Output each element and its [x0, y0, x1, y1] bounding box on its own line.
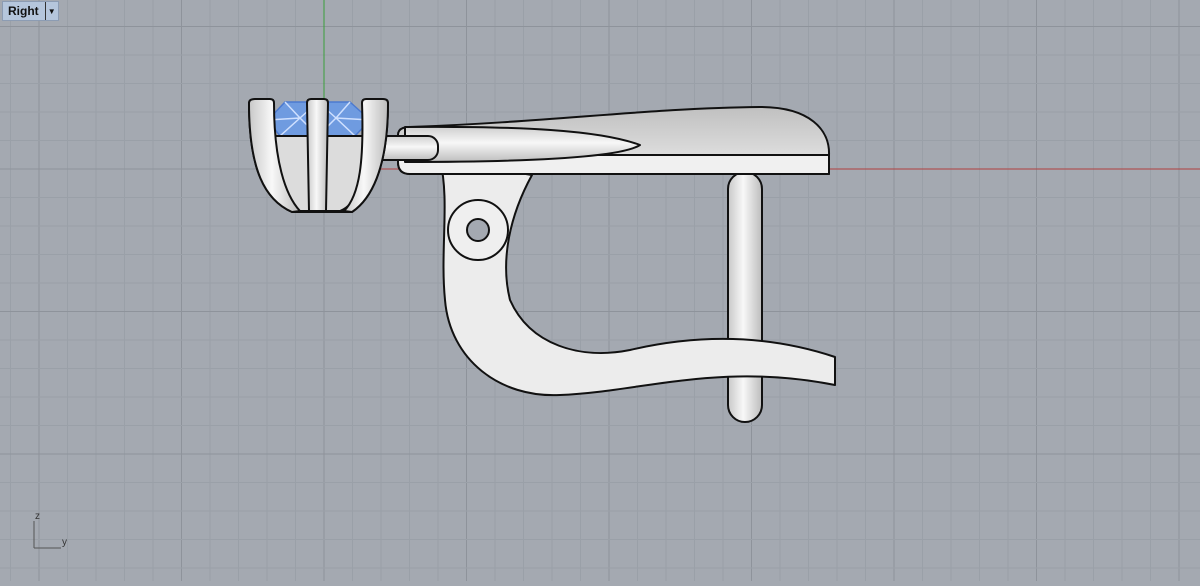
z-axis-label: z — [35, 511, 40, 522]
viewport-title-tab[interactable]: Right ▼ — [2, 1, 59, 21]
prong-center — [306, 98, 329, 212]
axis-gizmo — [33, 521, 61, 549]
y-axis-label: y — [62, 537, 67, 548]
viewport-name[interactable]: Right — [3, 4, 45, 18]
construction-grid — [0, 0, 1200, 581]
earring-model — [248, 98, 836, 423]
viewport-canvas[interactable] — [0, 0, 1200, 581]
post — [727, 171, 763, 423]
right-viewport[interactable]: Right ▼ z y — [0, 0, 1200, 581]
hinge-hole — [466, 218, 490, 242]
triangle-down-icon[interactable]: ▼ — [44, 2, 58, 20]
